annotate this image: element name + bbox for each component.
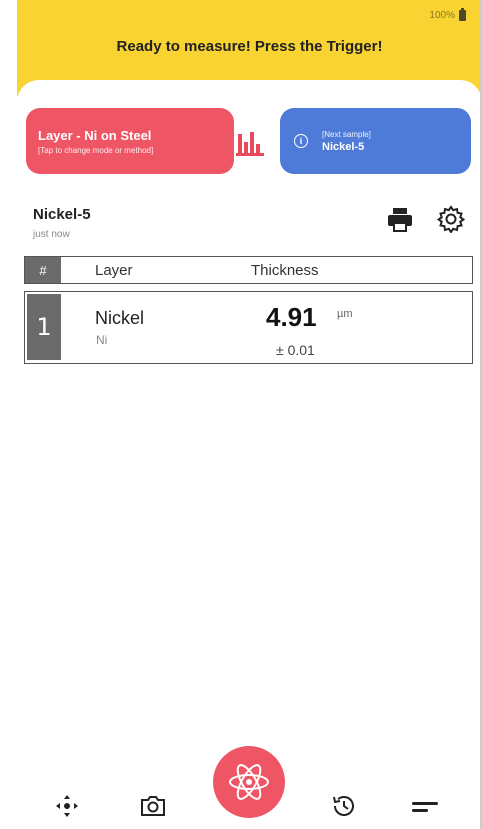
measure-button[interactable] [213, 746, 285, 818]
mode-button[interactable]: Layer - Ni on Steel [Tap to change mode … [26, 108, 234, 174]
battery-text: 100% [429, 10, 455, 21]
chart-icon-graphic [236, 132, 264, 156]
mode-title: Layer - Ni on Steel [38, 128, 152, 143]
thickness-unit: µm [337, 308, 353, 320]
screen: 100% Ready to measure! Press the Trigger… [0, 0, 482, 829]
table-row[interactable]: 1 Nickel Ni 4.91 µm ± 0.01 [24, 291, 473, 364]
printer-icon[interactable] [387, 207, 413, 233]
table-header: # Layer Thickness [24, 256, 473, 284]
gear-icon[interactable] [437, 205, 465, 233]
column-layer-header: Layer [95, 261, 133, 279]
atom-icon [229, 764, 269, 800]
layer-symbol: Ni [96, 333, 108, 347]
column-index-header: # [25, 257, 61, 283]
next-sample-value: Nickel-5 [322, 140, 365, 153]
column-thickness-header: Thickness [251, 261, 319, 279]
next-sample-label: [Next sample] [322, 129, 371, 139]
menu-icon[interactable] [410, 792, 438, 820]
history-icon[interactable] [330, 792, 358, 820]
layer-name: Nickel [95, 308, 145, 328]
battery-icon [459, 8, 466, 21]
move-icon[interactable] [53, 792, 81, 820]
content-sheet [17, 80, 482, 780]
chart-icon[interactable] [235, 128, 265, 156]
sample-name: Nickel-5 [33, 206, 91, 223]
thickness-value: 4.91 [266, 302, 317, 332]
mode-subtitle: [Tap to change mode or method] [38, 146, 154, 155]
thickness-error: ± 0.01 [276, 342, 315, 358]
next-sample-button[interactable]: i [Next sample] Nickel-5 [280, 108, 471, 174]
battery-status: 100% [429, 8, 466, 21]
app-window: 100% Ready to measure! Press the Trigger… [17, 0, 482, 829]
info-icon: i [294, 134, 308, 148]
header-title: Ready to measure! Press the Trigger! [116, 38, 383, 55]
camera-icon[interactable] [139, 792, 167, 820]
sample-time: just now [33, 229, 70, 240]
row-index: 1 [27, 294, 61, 360]
